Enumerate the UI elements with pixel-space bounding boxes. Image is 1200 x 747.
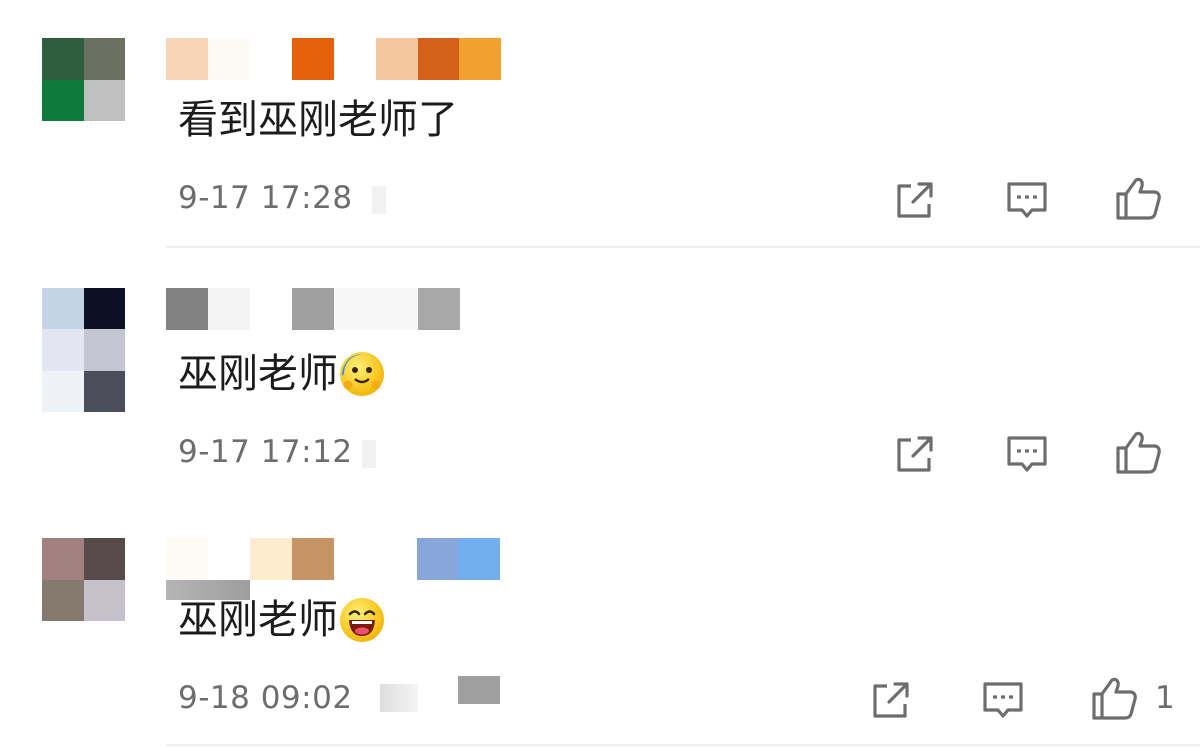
share-button[interactable] xyxy=(891,430,939,478)
divider xyxy=(166,744,1200,746)
laughing-emoji xyxy=(340,598,384,642)
location-blurred xyxy=(372,186,386,214)
avatar[interactable] xyxy=(42,38,125,121)
comment-text-content: 巫刚老师 xyxy=(178,597,338,643)
share-button[interactable] xyxy=(867,676,915,724)
like-count: 1 xyxy=(1155,680,1175,716)
like-button[interactable] xyxy=(1114,174,1162,222)
like-icon xyxy=(1116,177,1161,220)
username-pixelated[interactable] xyxy=(166,38,506,80)
comment-text-content: 看到巫刚老师了 xyxy=(178,97,458,143)
avatar[interactable] xyxy=(42,288,125,412)
reply-icon xyxy=(1007,182,1047,218)
username-pixelated[interactable] xyxy=(166,288,506,330)
comment-text: 巫刚老师 xyxy=(178,350,384,398)
comment-item: 看到巫刚老师了 9-17 17:28 xyxy=(0,0,1200,250)
share-icon xyxy=(897,436,933,472)
reply-button[interactable] xyxy=(1003,430,1051,478)
crying-hug-emoji xyxy=(340,352,384,396)
share-icon xyxy=(897,182,933,218)
like-icon xyxy=(1092,677,1137,720)
comment-item: 巫刚老师 9-18 09:02 1 xyxy=(0,500,1200,747)
comment-time: 9-17 17:12 xyxy=(178,434,353,470)
share-button[interactable] xyxy=(891,176,939,224)
divider xyxy=(166,246,1200,248)
avatar[interactable] xyxy=(42,538,125,621)
reply-button[interactable] xyxy=(1003,176,1051,224)
username-pixelated[interactable] xyxy=(166,538,506,580)
share-icon xyxy=(873,682,909,718)
comment-text: 巫刚老师 xyxy=(178,596,384,644)
like-button[interactable] xyxy=(1114,428,1162,476)
location-blurred xyxy=(362,440,376,468)
comment-text: 看到巫刚老师了 xyxy=(178,96,458,144)
like-icon xyxy=(1116,431,1161,474)
comment-time: 9-17 17:28 xyxy=(178,180,353,216)
comment-time: 9-18 09:02 xyxy=(178,680,353,716)
reply-button[interactable] xyxy=(979,676,1027,724)
reply-icon xyxy=(983,682,1023,718)
location-blurred xyxy=(380,684,418,712)
location-blurred xyxy=(458,676,500,704)
like-button[interactable] xyxy=(1090,674,1138,722)
comment-text-content: 巫刚老师 xyxy=(178,351,338,397)
reply-icon xyxy=(1007,436,1047,472)
comment-item: 巫刚老师 9-17 17:12 xyxy=(0,250,1200,500)
